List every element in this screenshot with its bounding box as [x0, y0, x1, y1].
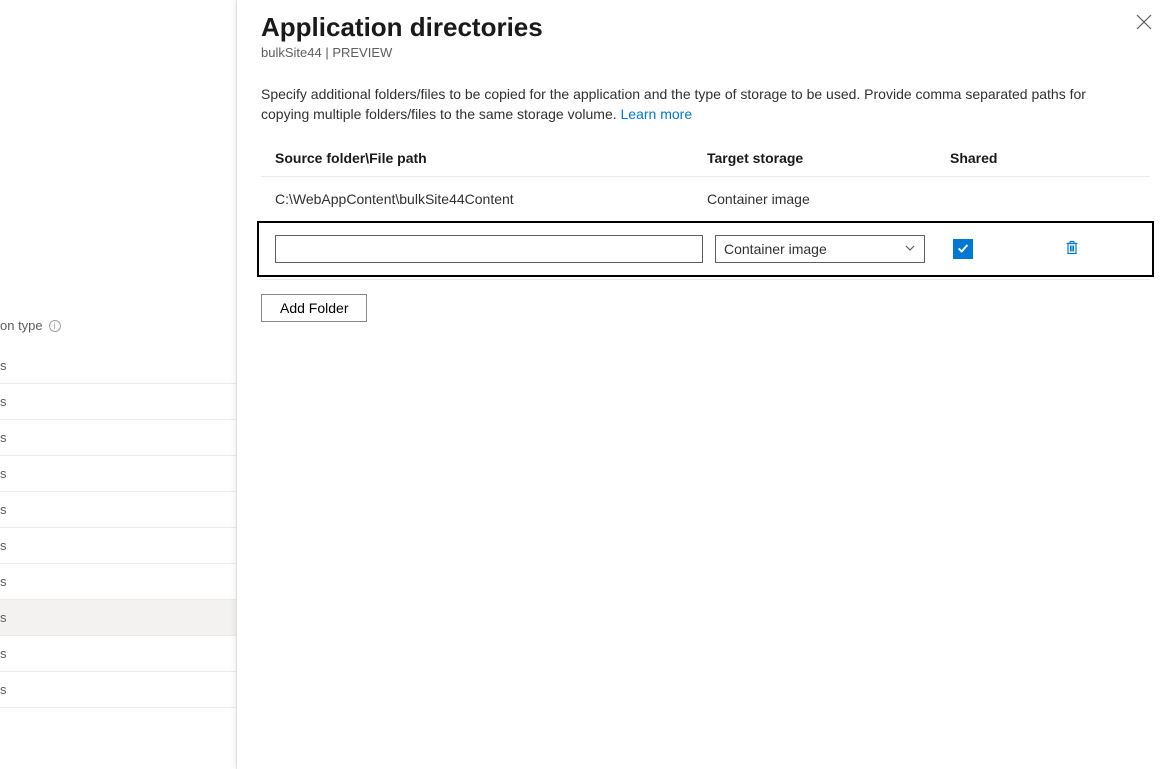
- add-folder-button[interactable]: Add Folder: [261, 294, 367, 322]
- check-icon: [956, 241, 970, 258]
- background-list-item[interactable]: s: [0, 492, 236, 528]
- description-text: Specify additional folders/files to be c…: [261, 84, 1131, 124]
- learn-more-link[interactable]: Learn more: [621, 106, 693, 122]
- target-storage-selected: Container image: [724, 241, 827, 257]
- background-list-item[interactable]: s: [0, 348, 236, 384]
- background-list-item[interactable]: s: [0, 564, 236, 600]
- row-source-value: C:\WebAppContent\bulkSite44Content: [275, 191, 707, 207]
- subtitle-site: bulkSite44: [261, 45, 322, 60]
- background-list-item[interactable]: s: [0, 636, 236, 672]
- background-left-panel: on type i ssssssssss: [0, 0, 237, 769]
- background-list-item[interactable]: s: [0, 456, 236, 492]
- table-row: C:\WebAppContent\bulkSite44Content Conta…: [261, 177, 1150, 221]
- application-directories-blade: Application directories bulkSite44 | PRE…: [237, 0, 1174, 769]
- background-type-text: on type: [0, 318, 43, 333]
- table-header: Source folder\File path Target storage S…: [261, 150, 1150, 177]
- source-path-input[interactable]: [275, 235, 703, 263]
- background-list-item[interactable]: s: [0, 528, 236, 564]
- background-list-item[interactable]: s: [0, 600, 236, 636]
- chevron-down-icon: [904, 241, 916, 257]
- background-list-item[interactable]: s: [0, 384, 236, 420]
- shared-checkbox[interactable]: [953, 239, 973, 259]
- col-target: Target storage: [707, 150, 950, 166]
- subtitle-sep: |: [322, 45, 333, 60]
- target-storage-select[interactable]: Container image: [715, 235, 925, 263]
- col-source: Source folder\File path: [275, 150, 707, 166]
- info-icon: i: [49, 320, 61, 332]
- delete-row-button[interactable]: [1064, 239, 1080, 258]
- page-title: Application directories: [261, 12, 1150, 43]
- trash-icon: [1064, 242, 1080, 258]
- subtitle-preview: PREVIEW: [332, 45, 392, 60]
- col-shared: Shared: [950, 150, 1030, 166]
- close-icon: [1136, 17, 1152, 33]
- edit-row-container: Container image: [261, 221, 1150, 280]
- background-type-label: on type i: [0, 318, 236, 333]
- background-list-item[interactable]: s: [0, 420, 236, 456]
- page-subtitle: bulkSite44 | PREVIEW: [261, 45, 1150, 60]
- row-target-value: Container image: [707, 191, 950, 207]
- close-button[interactable]: [1136, 14, 1152, 33]
- background-list-item[interactable]: s: [0, 672, 236, 708]
- edit-row-highlight: Container image: [257, 221, 1154, 277]
- background-rows: ssssssssss: [0, 348, 236, 708]
